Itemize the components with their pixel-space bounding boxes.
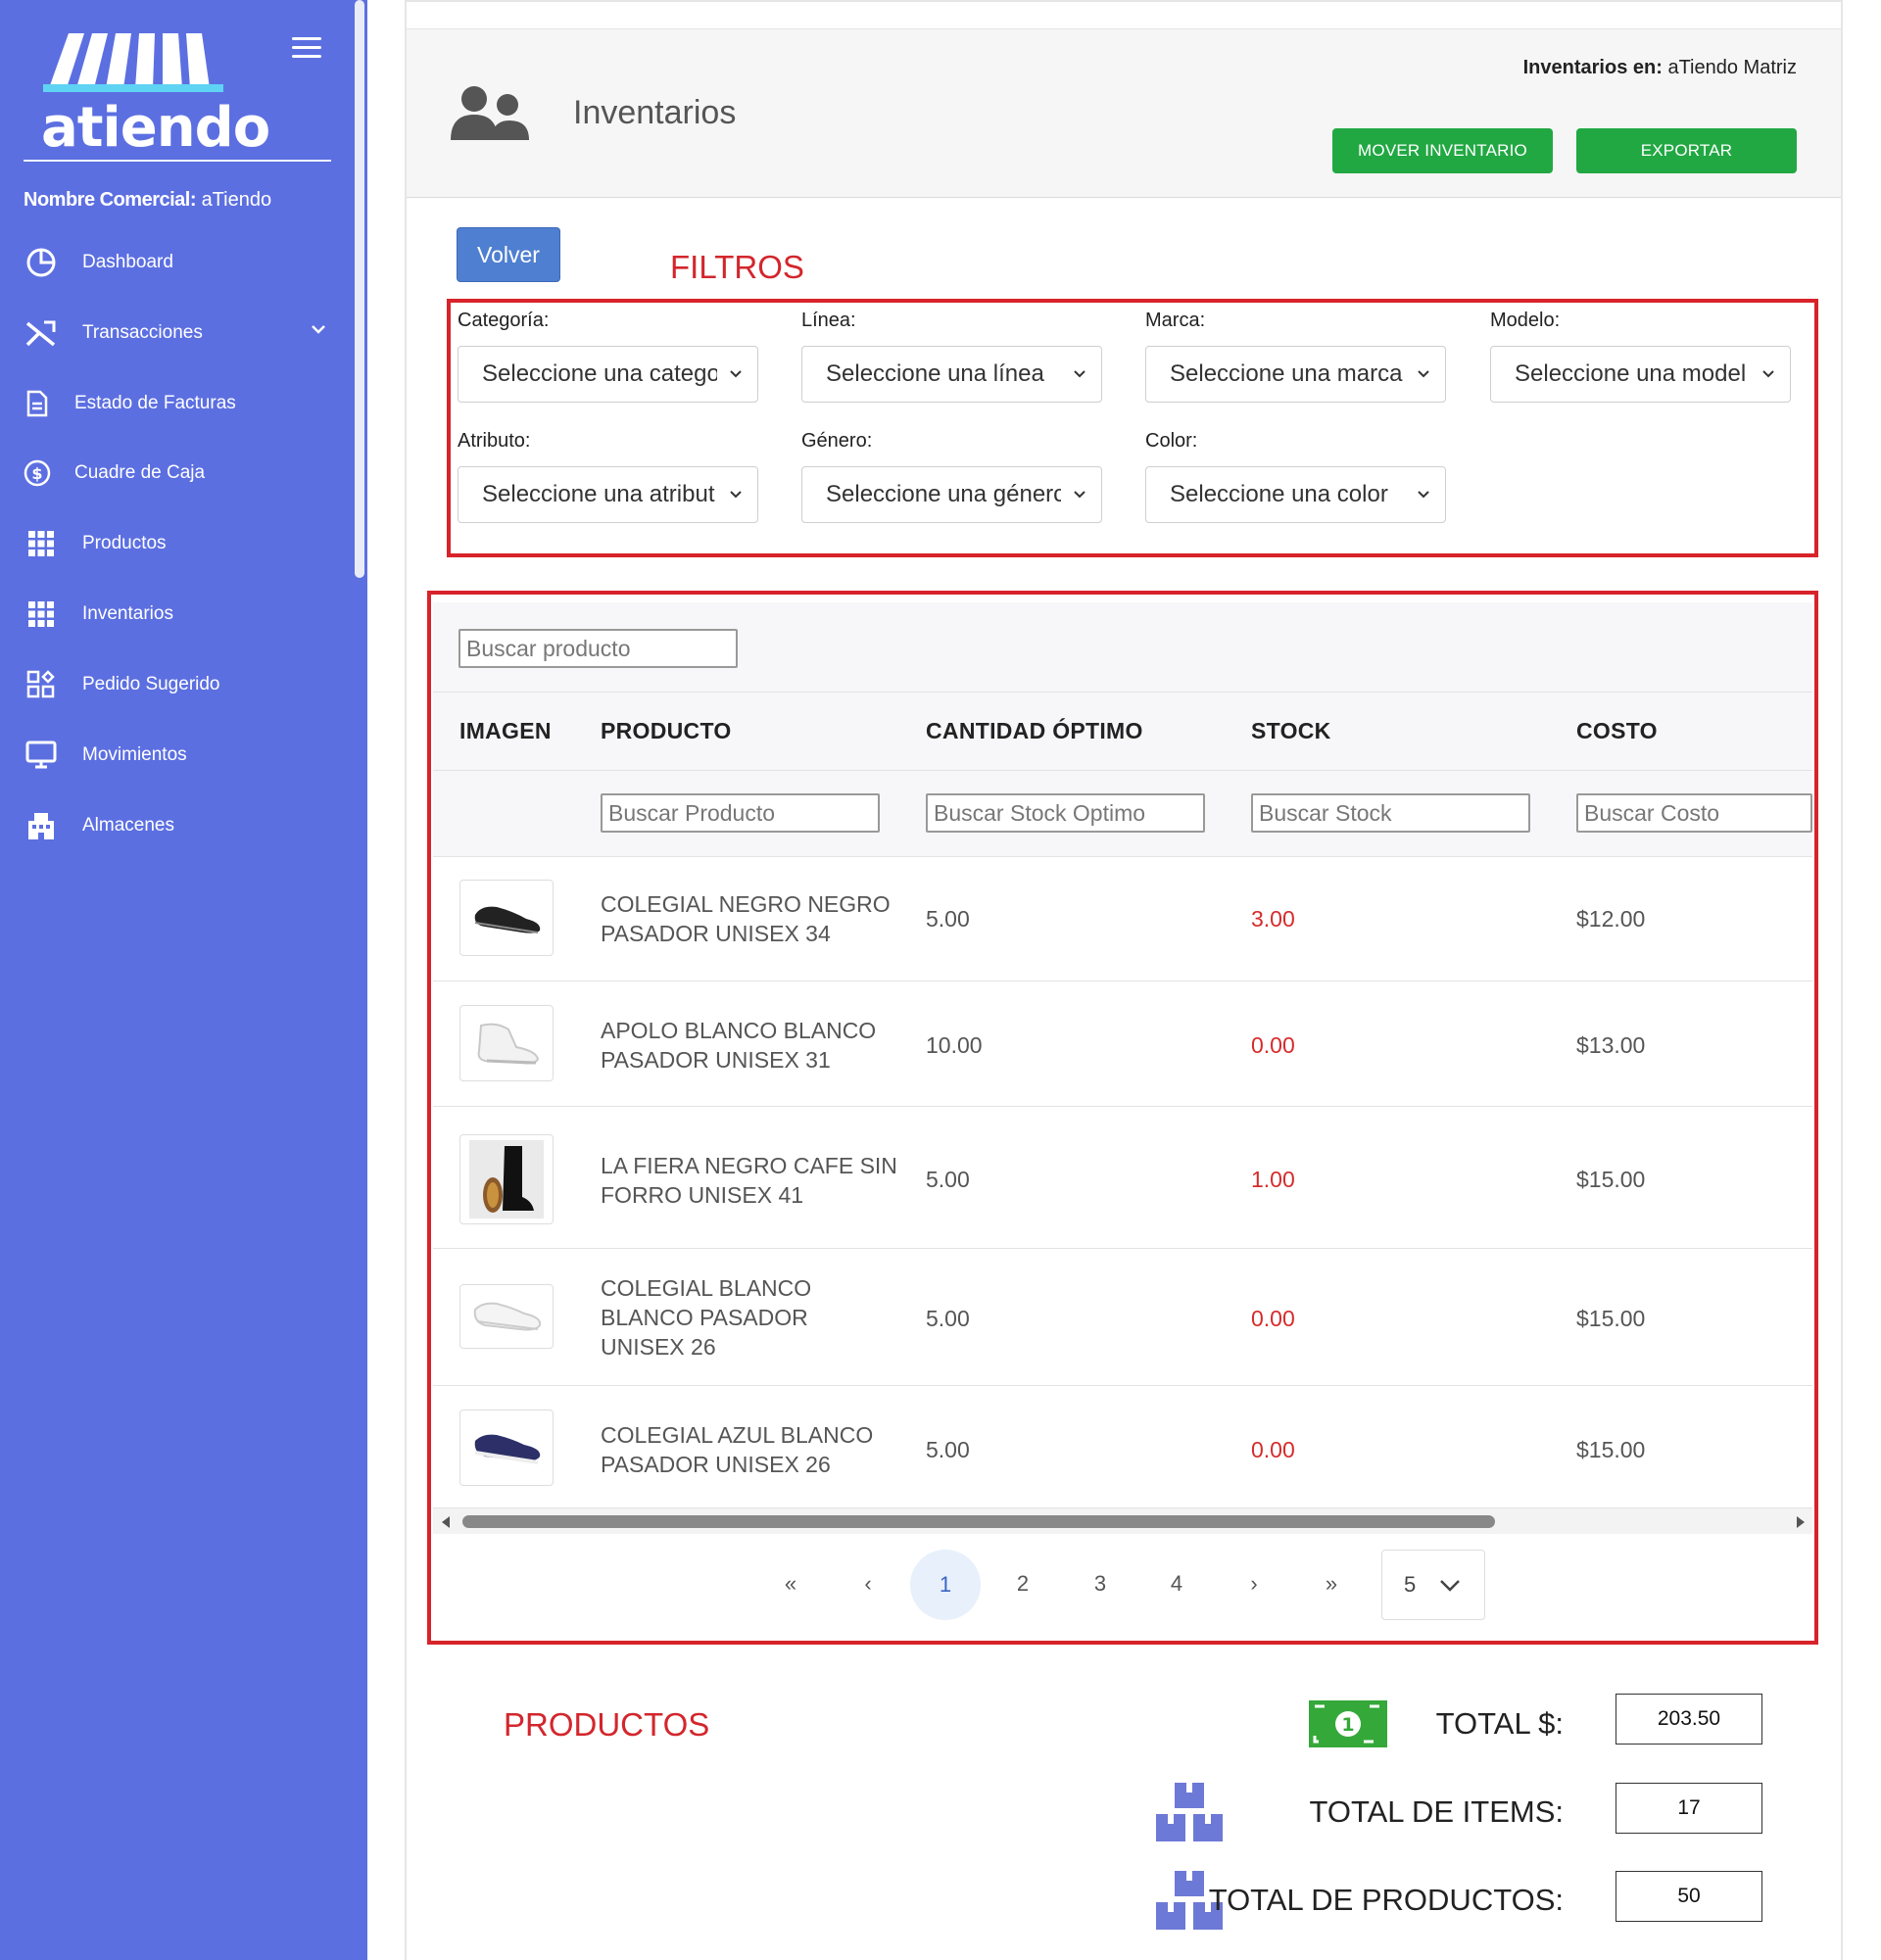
svg-text:$: $ bbox=[31, 464, 42, 483]
move-inventory-button[interactable]: MOVER INVENTARIO bbox=[1332, 128, 1553, 173]
filter-label-color: Color: bbox=[1145, 430, 1198, 452]
pie-chart-icon bbox=[24, 247, 59, 278]
inventory-location-label: Inventarios en: bbox=[1522, 57, 1663, 78]
filter-select-modelo[interactable]: Seleccione una model bbox=[1490, 346, 1791, 403]
inventory-location: Inventarios en: aTiendo Matriz bbox=[1209, 57, 1797, 79]
chevron-down-icon bbox=[1074, 491, 1085, 499]
filter-select-color[interactable]: Seleccione una color bbox=[1145, 466, 1446, 523]
atiendo-logo[interactable]: atiendo bbox=[41, 27, 270, 160]
total-products-label: TOTAL DE PRODUCTOS: bbox=[1208, 1883, 1564, 1917]
top-strip bbox=[405, 0, 1843, 29]
logo-text: atiendo bbox=[41, 96, 270, 160]
products-highlight-box bbox=[427, 591, 1818, 1645]
filter-label-categoria: Categoría: bbox=[458, 310, 550, 331]
page-title: Inventarios bbox=[573, 94, 737, 131]
total-items-value: 17 bbox=[1616, 1783, 1762, 1834]
sidebar-item-label: Transacciones bbox=[82, 322, 203, 343]
sidebar-item-label: Pedido Sugerido bbox=[82, 674, 220, 694]
sidebar-item-label: Dashboard bbox=[82, 252, 173, 272]
products-annotation: PRODUCTOS bbox=[504, 1706, 710, 1743]
sidebar-item-inventarios[interactable]: Inventarios bbox=[24, 595, 173, 634]
grid-icon bbox=[24, 598, 59, 630]
chevron-down-icon bbox=[730, 491, 742, 499]
sidebar-item-estado-facturas[interactable]: Estado de Facturas bbox=[24, 384, 236, 423]
sidebar-item-label: Cuadre de Caja bbox=[74, 462, 206, 483]
filter-select-marca[interactable]: Seleccione una marca bbox=[1145, 346, 1446, 403]
select-value: Seleccione una marca bbox=[1170, 360, 1403, 387]
grid-icon bbox=[24, 528, 59, 559]
filters-annotation: FILTROS bbox=[670, 249, 804, 285]
export-button[interactable]: EXPORTAR bbox=[1576, 128, 1797, 173]
sidebar-item-label: Movimientos bbox=[82, 744, 187, 765]
total-money-label: TOTAL $: bbox=[1435, 1706, 1564, 1741]
apps-add-icon bbox=[24, 669, 59, 700]
select-value: Seleccione una color bbox=[1170, 481, 1388, 507]
total-items-label: TOTAL DE ITEMS: bbox=[1309, 1794, 1564, 1829]
total-money-value: 203.50 bbox=[1616, 1694, 1762, 1745]
filter-select-categoria[interactable]: Seleccione una catego bbox=[458, 346, 758, 403]
sidebar-item-transacciones[interactable]: Transacciones bbox=[24, 313, 203, 353]
chevron-down-icon bbox=[1418, 491, 1429, 499]
commercial-name-label: Nombre Comercial: bbox=[24, 189, 197, 211]
monitor-icon bbox=[24, 740, 59, 771]
back-button[interactable]: Volver bbox=[457, 227, 560, 282]
total-products-value: 50 bbox=[1616, 1871, 1762, 1922]
select-value: Seleccione una atribut bbox=[482, 481, 715, 507]
sidebar-item-cuadre-caja[interactable]: $ Cuadre de Caja bbox=[24, 454, 205, 493]
filter-select-genero[interactable]: Seleccione una génerc bbox=[801, 466, 1102, 523]
sidebar-item-dashboard[interactable]: Dashboard bbox=[24, 243, 173, 282]
menu-toggle-icon[interactable] bbox=[292, 37, 321, 59]
chevron-down-icon bbox=[730, 370, 742, 378]
sidebar: atiendo Nombre Comercial: aTiendo Dashbo… bbox=[0, 0, 367, 1960]
dollar-circle-icon: $ bbox=[24, 457, 51, 489]
sidebar-item-pedido-sugerido[interactable]: Pedido Sugerido bbox=[24, 665, 220, 704]
filter-label-linea: Línea: bbox=[801, 310, 856, 331]
document-icon bbox=[24, 388, 51, 419]
commercial-name: Nombre Comercial: aTiendo bbox=[24, 189, 271, 212]
chevron-down-icon bbox=[1762, 370, 1774, 378]
users-icon bbox=[449, 83, 531, 144]
chevron-down-icon bbox=[1418, 370, 1429, 378]
sidebar-item-label: Productos bbox=[82, 533, 167, 553]
sidebar-item-almacenes[interactable]: Almacenes bbox=[24, 806, 174, 845]
sidebar-item-movimientos[interactable]: Movimientos bbox=[24, 736, 187, 775]
filter-select-linea[interactable]: Seleccione una línea bbox=[801, 346, 1102, 403]
sidebar-item-label: Inventarios bbox=[82, 603, 173, 624]
select-value: Seleccione una catego bbox=[482, 360, 717, 387]
select-value: Seleccione una línea bbox=[826, 360, 1044, 387]
select-value: Seleccione una génerc bbox=[826, 481, 1061, 507]
building-icon bbox=[24, 810, 59, 841]
filter-select-atributo[interactable]: Seleccione una atribut bbox=[458, 466, 758, 523]
sidebar-item-productos[interactable]: Productos bbox=[24, 524, 167, 563]
filter-label-modelo: Modelo: bbox=[1490, 310, 1561, 331]
chevron-down-icon bbox=[1074, 370, 1085, 378]
sidebar-divider bbox=[24, 160, 331, 162]
filter-label-atributo: Atributo: bbox=[458, 430, 531, 452]
commercial-name-value: aTiendo bbox=[201, 189, 272, 211]
sidebar-scrollbar[interactable] bbox=[355, 0, 364, 578]
select-value: Seleccione una model bbox=[1515, 360, 1747, 387]
filter-label-marca: Marca: bbox=[1145, 310, 1206, 331]
inventory-location-value: aTiendo Matriz bbox=[1667, 57, 1797, 78]
sidebar-item-label: Estado de Facturas bbox=[74, 393, 236, 413]
sidebar-item-label: Almacenes bbox=[82, 815, 174, 836]
chevron-down-icon[interactable] bbox=[309, 319, 328, 339]
filter-label-genero: Género: bbox=[801, 430, 873, 452]
tools-icon bbox=[24, 317, 59, 349]
